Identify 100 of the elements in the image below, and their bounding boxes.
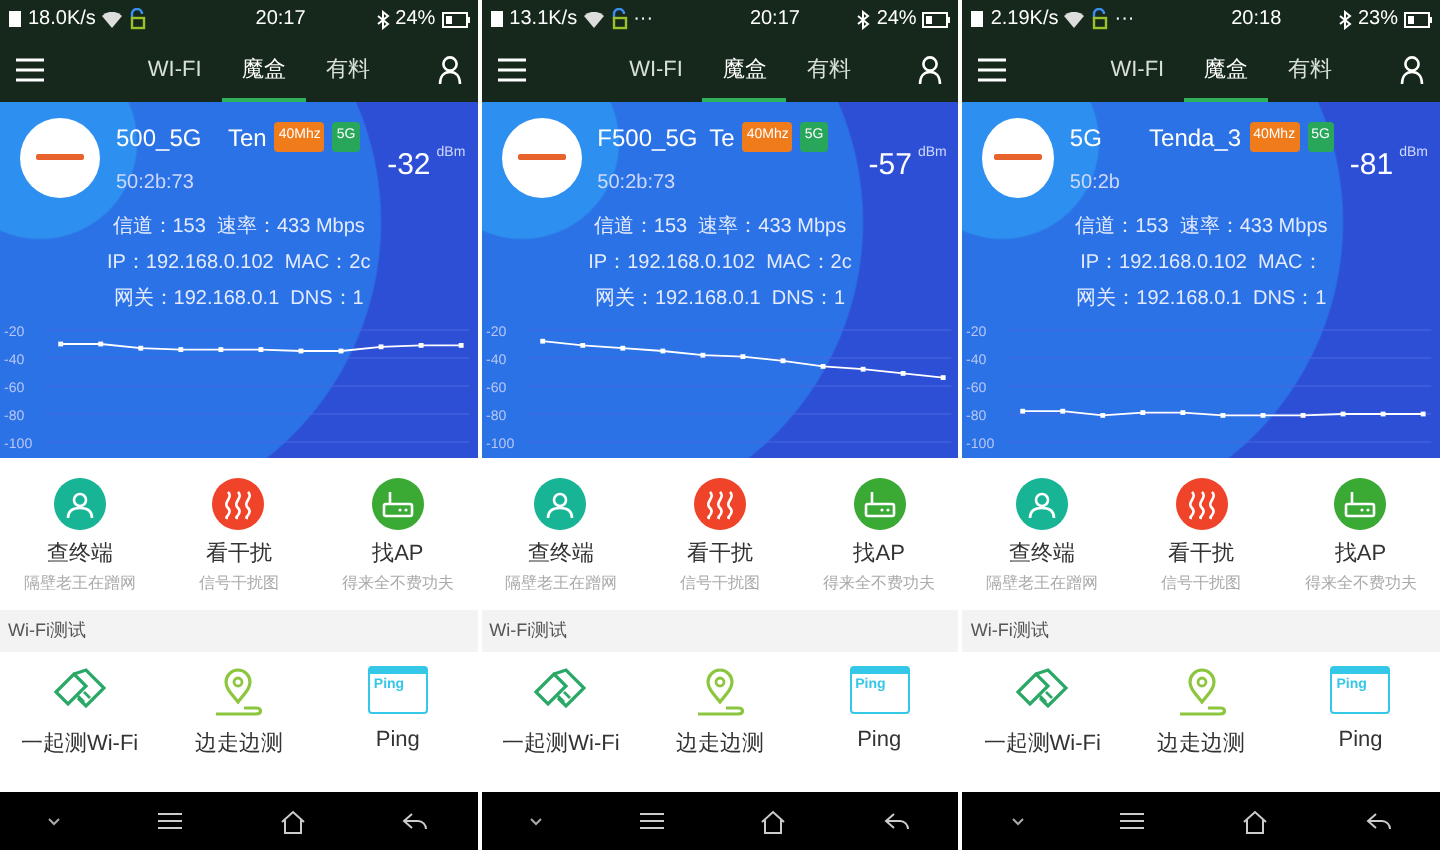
test-label: Ping <box>375 726 420 756</box>
data-point <box>579 343 585 348</box>
ssid-text: F500_5G <box>597 121 700 155</box>
chevron-icon[interactable] <box>1011 817 1024 825</box>
lock-icon <box>1090 8 1109 30</box>
brand-mark-icon <box>994 154 1043 162</box>
battery-icon <box>1404 11 1432 27</box>
user-icon[interactable] <box>437 56 462 84</box>
data-point <box>900 371 905 376</box>
tool-title: 看干扰 <box>1168 540 1235 570</box>
tab[interactable]: WI-FI <box>1090 37 1185 103</box>
battery-icon <box>922 11 951 27</box>
tool-item[interactable]: 看干扰 信号干扰图 <box>159 478 319 595</box>
back-icon[interactable] <box>883 811 910 831</box>
menu-icon[interactable] <box>157 812 182 830</box>
signal-strength: -81 <box>1349 145 1394 186</box>
test-label: 边走边测 <box>1157 730 1246 760</box>
data-point <box>138 345 144 351</box>
clock-time: 20:18 <box>1229 6 1282 34</box>
test-label: Ping <box>857 726 902 756</box>
info-line: 网关：192.168.0.1 DNS：1 <box>592 285 848 314</box>
data-point <box>1341 411 1347 417</box>
back-icon[interactable] <box>1365 811 1392 831</box>
tool-title: 看干扰 <box>687 540 754 570</box>
bluetooth-icon <box>375 9 390 29</box>
chevron-icon[interactable] <box>530 817 542 825</box>
bssid-text: 50:2b <box>1069 169 1122 197</box>
ssid-text: 5G <box>1069 121 1104 155</box>
brand-mark-icon <box>517 154 566 162</box>
data-point <box>1020 408 1026 414</box>
battery-percentage: 23% <box>1357 6 1398 34</box>
info-line: 网关：192.168.0.1 DNS：1 <box>111 285 366 314</box>
wifi-icon <box>101 11 122 27</box>
tool-item[interactable]: 找AP 得来全不费功夫 <box>318 478 478 595</box>
user-icon[interactable] <box>918 56 943 84</box>
sim-icon <box>970 10 985 28</box>
test-item[interactable]: 边走边测 <box>640 666 800 761</box>
info-line: IP：192.168.0.102 MAC： <box>1078 250 1325 278</box>
data-point <box>1101 413 1106 418</box>
data-point <box>860 366 865 372</box>
test-label: 边走边测 <box>194 730 283 760</box>
test-item[interactable]: 一起测Wi-Fi <box>962 666 1122 761</box>
menu-icon[interactable] <box>1120 812 1145 830</box>
sim-icon <box>489 10 504 28</box>
home-icon[interactable] <box>760 809 787 833</box>
tool-item[interactable]: 找AP 得来全不费功夫 <box>1280 478 1440 595</box>
home-icon[interactable] <box>279 809 306 833</box>
tab[interactable]: WI-FI <box>609 37 703 103</box>
tool-item[interactable]: 看干扰 信号干扰图 <box>1121 478 1281 595</box>
data-point <box>458 343 464 348</box>
data-point <box>1261 413 1267 418</box>
data-point <box>1141 410 1146 415</box>
tool-item[interactable]: 查终端 隔壁老王在蹭网 <box>481 478 641 595</box>
signal-strength: -32 <box>387 145 431 186</box>
tool-item[interactable]: 查终端 隔壁老王在蹭网 <box>0 478 160 595</box>
tool-subtitle: 信号干扰图 <box>680 571 761 595</box>
tab[interactable]: WI-FI <box>127 37 222 103</box>
tool-subtitle: 得来全不费功夫 <box>341 571 454 595</box>
data-point <box>1381 411 1387 417</box>
test-item[interactable]: 边走边测 <box>159 666 319 761</box>
info-line: IP：192.168.0.102 MAC：2c <box>586 250 854 278</box>
tool-subtitle: 得来全不费功夫 <box>1304 571 1417 595</box>
test-label: 一起测Wi-Fi <box>983 730 1101 760</box>
clock-time: 20:17 <box>253 6 306 34</box>
test-item[interactable]: 边走边测 <box>1121 666 1281 761</box>
data-point <box>58 341 64 347</box>
network-speed: 18.0K/s <box>28 6 96 34</box>
test-label: 一起测Wi-Fi <box>20 730 139 760</box>
home-icon[interactable] <box>1241 809 1268 833</box>
test-label: 一起测Wi-Fi <box>502 730 620 760</box>
info-line: 信道：153 速率：433 Mbps <box>591 213 849 242</box>
menu-icon[interactable] <box>639 812 664 830</box>
tab[interactable]: 有料 <box>1268 37 1353 103</box>
test-item[interactable]: 一起测Wi-Fi <box>0 666 160 761</box>
network-speed: 13.1K/s <box>509 6 578 34</box>
data-point <box>418 343 424 348</box>
tool-title: 看干扰 <box>205 540 272 570</box>
signal-strength: -57 <box>868 145 912 186</box>
test-label: Ping <box>1338 726 1383 756</box>
tool-item[interactable]: 找AP 得来全不费功夫 <box>799 478 959 595</box>
network-speed: 2.19K/s <box>990 6 1059 34</box>
data-point <box>659 348 665 354</box>
tab[interactable]: 有料 <box>786 37 871 103</box>
tab[interactable]: 有料 <box>305 37 390 103</box>
tool-subtitle: 隔壁老王在蹭网 <box>986 571 1099 595</box>
tool-item[interactable]: 看干扰 信号干扰图 <box>640 478 800 595</box>
data-point <box>739 354 745 359</box>
user-icon[interactable] <box>1400 56 1425 84</box>
back-icon[interactable] <box>402 811 429 831</box>
chevron-icon[interactable] <box>48 817 61 825</box>
test-item[interactable]: 一起测Wi-Fi <box>481 666 641 761</box>
lock-icon <box>609 8 628 30</box>
tool-item[interactable]: 查终端 隔壁老王在蹭网 <box>962 478 1122 595</box>
battery-percentage: 24% <box>395 6 436 34</box>
data-point <box>98 341 104 347</box>
info-line: 信道：153 速率：433 Mbps <box>1073 213 1330 242</box>
data-point <box>539 338 545 344</box>
data-point <box>699 352 705 358</box>
tool-title: 查终端 <box>46 540 113 570</box>
info-line: IP：192.168.0.102 MAC：2c <box>104 250 373 278</box>
